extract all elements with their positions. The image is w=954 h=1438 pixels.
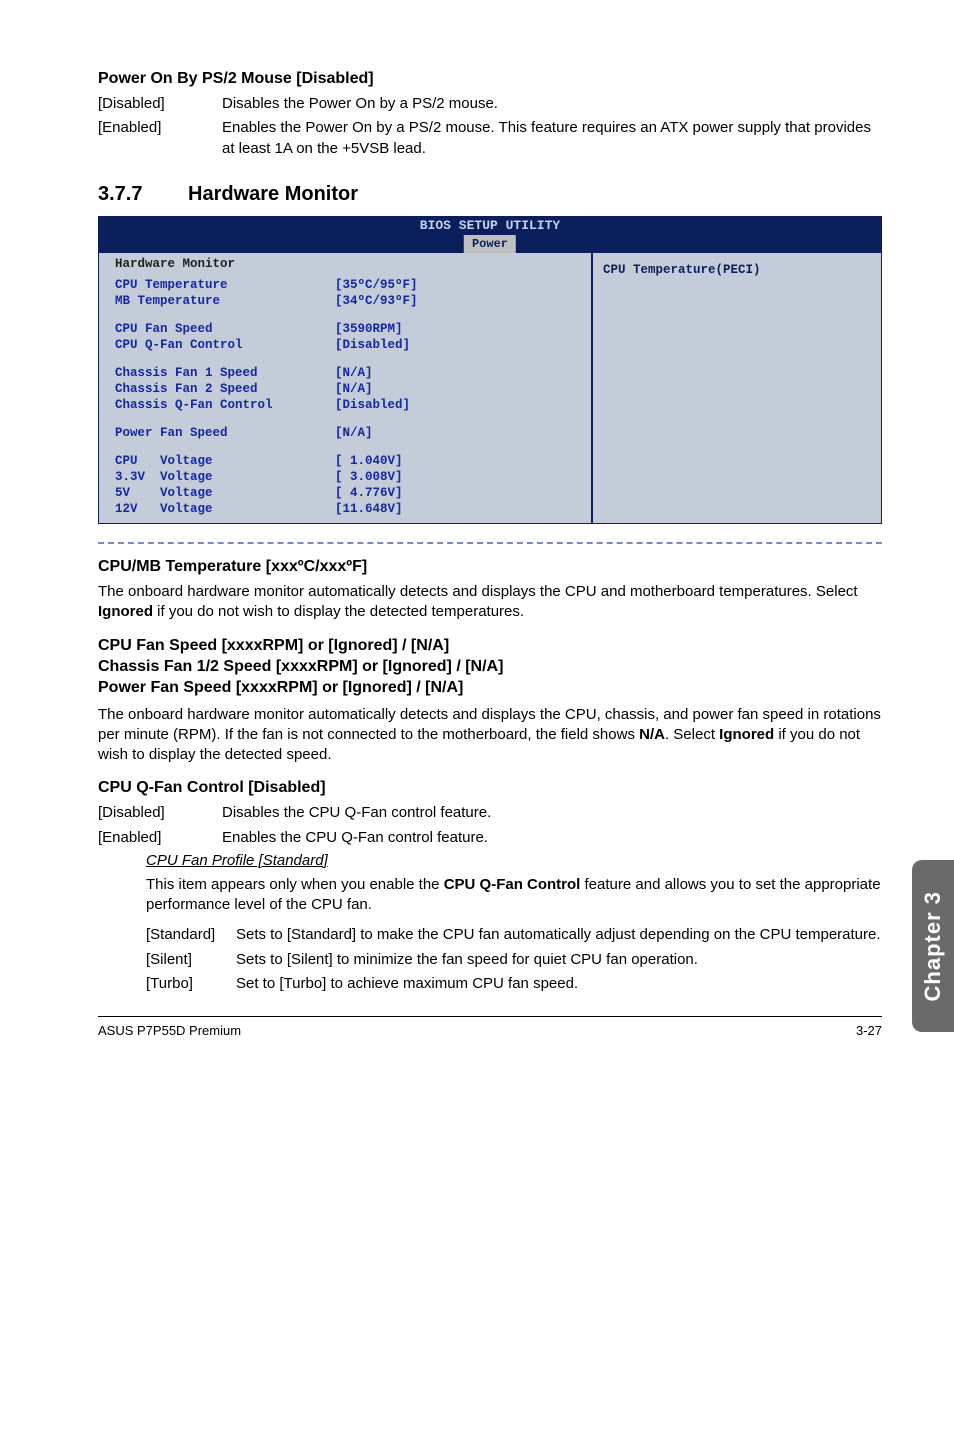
- bios-hint: CPU Temperature(PECI): [603, 263, 871, 277]
- qfan-profile-row-standard: [Standard] Sets to [Standard] to make th…: [146, 925, 882, 945]
- bios-left-pane: Hardware Monitor CPU Temperature[35ºC/95…: [99, 253, 591, 523]
- opt-desc: Set to [Turbo] to achieve maximum CPU fa…: [236, 974, 882, 994]
- ps2-row-disabled: [Disabled] Disables the Power On by a PS…: [98, 94, 882, 114]
- bios-row: 3.3V Voltage[ 3.008V]: [115, 469, 581, 485]
- opt-desc: Sets to [Silent] to minimize the fan spe…: [236, 950, 882, 970]
- opt-label: [Disabled]: [98, 803, 222, 823]
- bios-label: CPU Temperature: [115, 277, 335, 293]
- cpumb-body: The onboard hardware monitor automatical…: [98, 582, 882, 623]
- qfan-profile-row-silent: [Silent] Sets to [Silent] to minimize th…: [146, 950, 882, 970]
- ps2-mouse-heading: Power On By PS/2 Mouse [Disabled]: [98, 70, 882, 88]
- bios-value: [N/A]: [335, 365, 581, 381]
- qfan-row-disabled: [Disabled] Disables the CPU Q-Fan contro…: [98, 803, 882, 823]
- bios-value: [ 3.008V]: [335, 469, 581, 485]
- chapter-tab-label: Chapter 3: [920, 891, 946, 1001]
- bios-row: CPU Q-Fan Control[Disabled]: [115, 337, 581, 353]
- bios-value: [Disabled]: [335, 397, 581, 413]
- bios-value: [35ºC/95ºF]: [335, 277, 581, 293]
- bios-label: 5V Voltage: [115, 485, 335, 501]
- bios-label: 12V Voltage: [115, 501, 335, 517]
- bios-value: [Disabled]: [335, 337, 581, 353]
- bios-value: [N/A]: [335, 425, 581, 441]
- bios-row: Chassis Q-Fan Control[Disabled]: [115, 397, 581, 413]
- bios-row: CPU Voltage[ 1.040V]: [115, 453, 581, 469]
- bios-titlebar: BIOS SETUP UTILITY Power: [99, 217, 881, 253]
- cpumb-heading: CPU/MB Temperature [xxxºC/xxxºF]: [98, 558, 882, 576]
- ps2-row-enabled: [Enabled] Enables the Power On by a PS/2…: [98, 118, 882, 159]
- section-number: 3.7.7: [98, 183, 188, 206]
- page-footer: ASUS P7P55D Premium 3-27: [98, 1016, 882, 1038]
- qfan-row-enabled: [Enabled] Enables the CPU Q-Fan control …: [98, 828, 882, 848]
- bios-row: MB Temperature[34ºC/93ºF]: [115, 293, 581, 309]
- opt-label: [Disabled]: [98, 94, 222, 114]
- bios-row: 5V Voltage[ 4.776V]: [115, 485, 581, 501]
- qfan-profile-heading: CPU Fan Profile [Standard]: [146, 852, 882, 869]
- bios-label: MB Temperature: [115, 293, 335, 309]
- opt-desc: Enables the CPU Q-Fan control feature.: [222, 828, 882, 848]
- fanspeed-line3: Power Fan Speed [xxxxRPM] or [Ignored] /…: [98, 679, 463, 696]
- bios-value: [34ºC/93ºF]: [335, 293, 581, 309]
- bios-row: Chassis Fan 1 Speed[N/A]: [115, 365, 581, 381]
- bios-title-line1: BIOS SETUP UTILITY: [420, 217, 560, 235]
- opt-label: [Enabled]: [98, 118, 222, 138]
- bios-right-pane: CPU Temperature(PECI): [591, 253, 881, 523]
- bios-label: Chassis Fan 2 Speed: [115, 381, 335, 397]
- bios-row: CPU Fan Speed[3590RPM]: [115, 321, 581, 337]
- bios-row: CPU Temperature[35ºC/95ºF]: [115, 277, 581, 293]
- opt-desc: Sets to [Standard] to make the CPU fan a…: [236, 925, 882, 945]
- chapter-tab: Chapter 3: [912, 860, 954, 1032]
- bios-row: 12V Voltage[11.648V]: [115, 501, 581, 517]
- opt-label: [Enabled]: [98, 828, 222, 848]
- bios-label: 3.3V Voltage: [115, 469, 335, 485]
- bios-panel-title: Hardware Monitor: [115, 257, 581, 271]
- bios-value: [ 4.776V]: [335, 485, 581, 501]
- bios-screenshot: BIOS SETUP UTILITY Power Hardware Monito…: [98, 216, 882, 524]
- fanspeed-body: The onboard hardware monitor automatical…: [98, 705, 882, 766]
- qfan-profile-row-turbo: [Turbo] Set to [Turbo] to achieve maximu…: [146, 974, 882, 994]
- opt-label: [Turbo]: [146, 974, 236, 994]
- opt-desc: Enables the Power On by a PS/2 mouse. Th…: [222, 118, 882, 159]
- bios-value: [3590RPM]: [335, 321, 581, 337]
- bios-label: Chassis Fan 1 Speed: [115, 365, 335, 381]
- opt-label: [Silent]: [146, 950, 236, 970]
- bios-label: Chassis Q-Fan Control: [115, 397, 335, 413]
- fanspeed-line1: CPU Fan Speed [xxxxRPM] or [Ignored] / […: [98, 637, 449, 654]
- bios-row: Power Fan Speed[N/A]: [115, 425, 581, 441]
- bios-row: Chassis Fan 2 Speed[N/A]: [115, 381, 581, 397]
- footer-right: 3-27: [856, 1023, 882, 1038]
- bios-value: [11.648V]: [335, 501, 581, 517]
- bios-label: Power Fan Speed: [115, 425, 335, 441]
- qfan-heading: CPU Q-Fan Control [Disabled]: [98, 779, 882, 797]
- fanspeed-line2: Chassis Fan 1/2 Speed [xxxxRPM] or [Igno…: [98, 658, 503, 675]
- opt-desc: Disables the CPU Q-Fan control feature.: [222, 803, 882, 823]
- bios-label: CPU Voltage: [115, 453, 335, 469]
- bios-label: CPU Q-Fan Control: [115, 337, 335, 353]
- bios-tab-power: Power: [464, 235, 516, 253]
- opt-label: [Standard]: [146, 925, 236, 945]
- qfan-profile-intro: This item appears only when you enable t…: [146, 875, 882, 916]
- bios-value: [ 1.040V]: [335, 453, 581, 469]
- bios-label: CPU Fan Speed: [115, 321, 335, 337]
- bios-value: [N/A]: [335, 381, 581, 397]
- footer-left: ASUS P7P55D Premium: [98, 1023, 241, 1038]
- fanspeed-heading: CPU Fan Speed [xxxxRPM] or [Ignored] / […: [98, 636, 882, 698]
- section-title: Hardware Monitor: [188, 183, 358, 206]
- bios-bottom-dashed: [98, 542, 882, 544]
- opt-desc: Disables the Power On by a PS/2 mouse.: [222, 94, 882, 114]
